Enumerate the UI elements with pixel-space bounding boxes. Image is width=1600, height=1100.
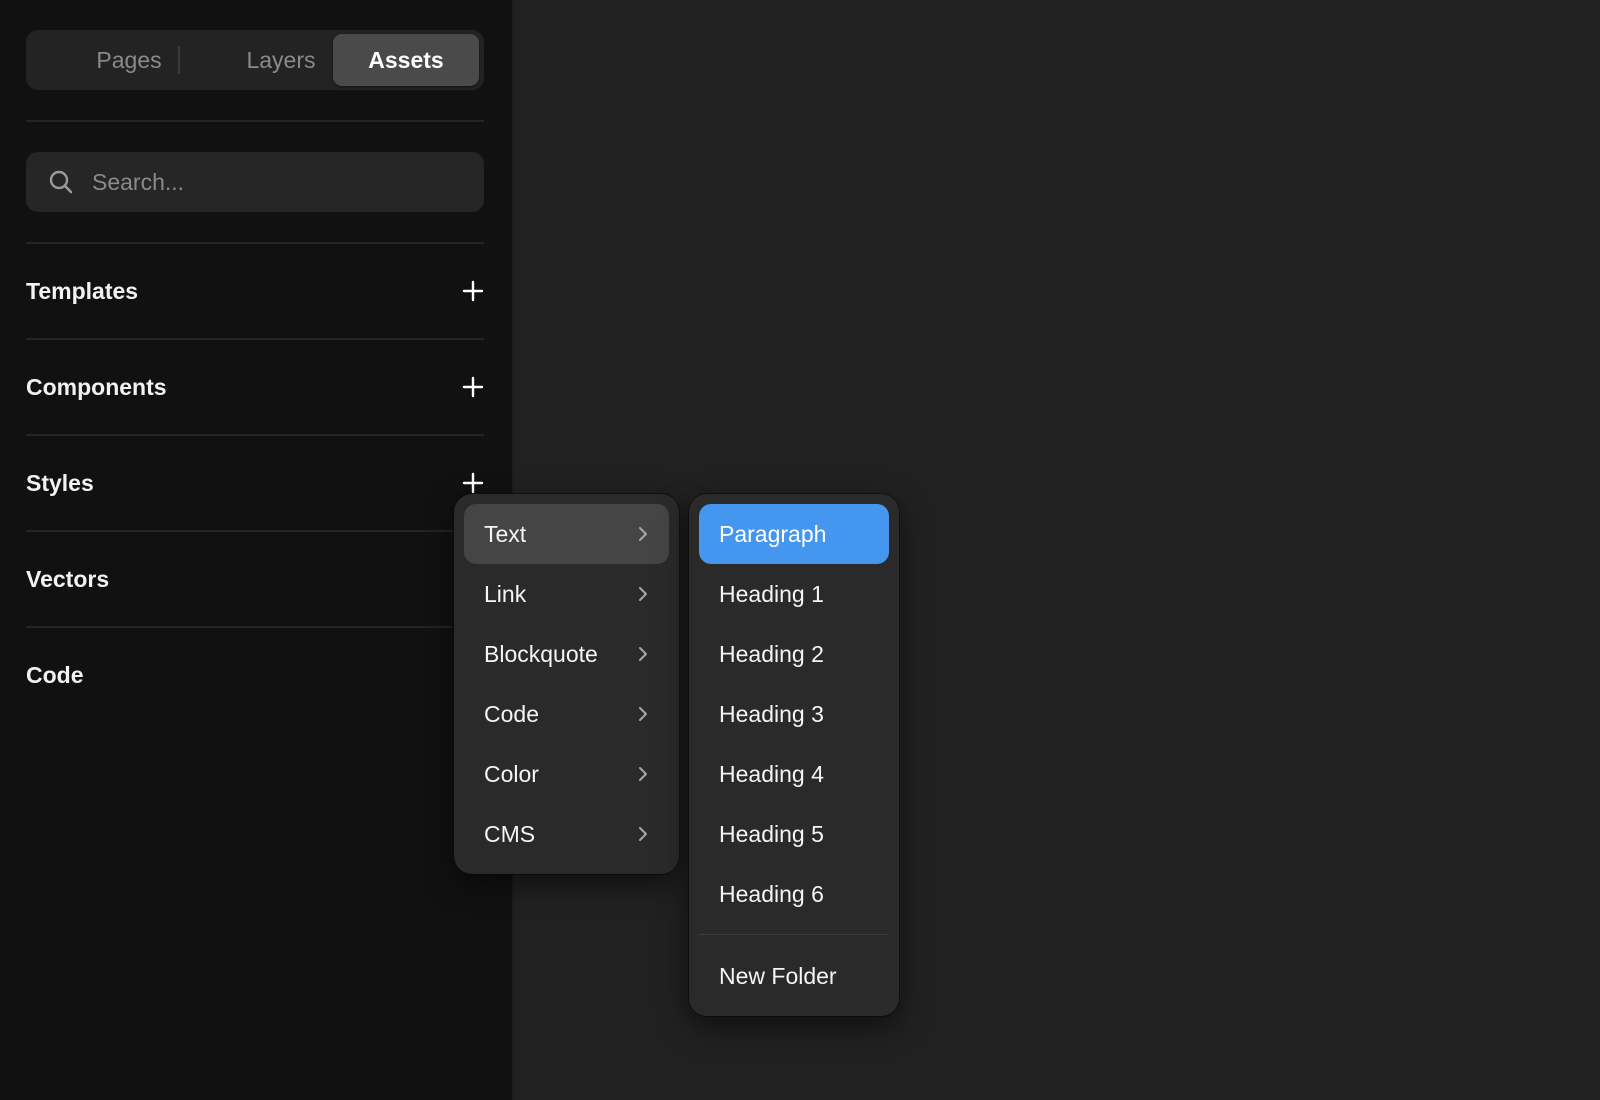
submenu-item-heading-6[interactable]: Heading 6 bbox=[699, 864, 889, 924]
menu-item-label: Heading 4 bbox=[719, 761, 824, 787]
divider bbox=[26, 434, 484, 436]
chevron-right-icon bbox=[639, 647, 647, 661]
divider bbox=[26, 242, 484, 244]
submenu-item-heading-3[interactable]: Heading 3 bbox=[699, 684, 889, 744]
divider bbox=[26, 338, 484, 340]
menu-item-label: Text bbox=[484, 521, 527, 547]
submenu-item-heading-2[interactable]: Heading 2 bbox=[699, 624, 889, 684]
menu-item-code[interactable]: Code bbox=[464, 684, 669, 744]
section-label: Code bbox=[26, 662, 84, 688]
search-icon bbox=[49, 170, 73, 194]
submenu-item-new-folder[interactable]: New Folder bbox=[699, 946, 889, 1006]
tab-bar: Pages Layers Assets bbox=[26, 30, 484, 90]
menu-item-label: Heading 1 bbox=[719, 581, 824, 607]
divider bbox=[26, 120, 484, 122]
tab-assets[interactable]: Assets bbox=[333, 34, 479, 86]
submenu-item-heading-4[interactable]: Heading 4 bbox=[699, 744, 889, 804]
chevron-right-icon bbox=[639, 587, 647, 601]
chevron-right-icon bbox=[639, 707, 647, 721]
app-window: Pages Layers Assets Templates Components bbox=[0, 0, 1600, 1100]
submenu-item-heading-1[interactable]: Heading 1 bbox=[699, 564, 889, 624]
menu-item-label: CMS bbox=[484, 821, 536, 847]
search-box bbox=[26, 152, 484, 212]
menu-item-label: Paragraph bbox=[719, 521, 827, 547]
chevron-right-icon bbox=[639, 827, 647, 841]
section-templates[interactable]: Templates bbox=[26, 245, 484, 337]
menu-item-label: Heading 6 bbox=[719, 881, 824, 907]
menu-item-label: Code bbox=[484, 701, 539, 727]
menu-item-text[interactable]: Text bbox=[464, 504, 669, 564]
menu-item-label: Link bbox=[484, 581, 527, 607]
divider bbox=[26, 626, 484, 628]
section-label: Components bbox=[26, 374, 167, 400]
menu-item-blockquote[interactable]: Blockquote bbox=[464, 624, 669, 684]
tab-separator bbox=[178, 46, 180, 74]
menu-item-label: Heading 3 bbox=[719, 701, 824, 727]
menu-item-label: New Folder bbox=[719, 963, 837, 989]
section-label: Vectors bbox=[26, 566, 110, 592]
section-vectors[interactable]: Vectors bbox=[26, 533, 484, 625]
submenu-item-paragraph[interactable]: Paragraph bbox=[699, 504, 889, 564]
style-type-menu: Text Link Blockquote Code Color CMS bbox=[454, 494, 679, 874]
plus-icon[interactable] bbox=[462, 376, 484, 398]
plus-icon[interactable] bbox=[462, 280, 484, 302]
menu-divider bbox=[699, 934, 889, 935]
section-label: Templates bbox=[26, 278, 139, 304]
divider bbox=[26, 530, 484, 532]
menu-item-label: Color bbox=[484, 761, 539, 787]
menu-item-label: Blockquote bbox=[484, 641, 598, 667]
chevron-right-icon bbox=[639, 767, 647, 781]
menu-item-label: Heading 5 bbox=[719, 821, 824, 847]
section-code[interactable]: Code bbox=[26, 629, 484, 721]
section-components[interactable]: Components bbox=[26, 341, 484, 433]
plus-icon[interactable] bbox=[462, 472, 484, 494]
submenu-item-heading-5[interactable]: Heading 5 bbox=[699, 804, 889, 864]
text-style-submenu: Paragraph Heading 1 Heading 2 Heading 3 … bbox=[689, 494, 899, 1016]
search-input[interactable] bbox=[92, 152, 462, 212]
sidebar: Pages Layers Assets Templates Components bbox=[0, 0, 514, 1100]
chevron-right-icon bbox=[639, 527, 647, 541]
menu-item-label: Heading 2 bbox=[719, 641, 824, 667]
menu-item-link[interactable]: Link bbox=[464, 564, 669, 624]
tab-pages[interactable]: Pages bbox=[56, 34, 202, 86]
menu-item-cms[interactable]: CMS bbox=[464, 804, 669, 864]
menu-item-color[interactable]: Color bbox=[464, 744, 669, 804]
section-styles[interactable]: Styles bbox=[26, 437, 484, 529]
section-label: Styles bbox=[26, 470, 94, 496]
